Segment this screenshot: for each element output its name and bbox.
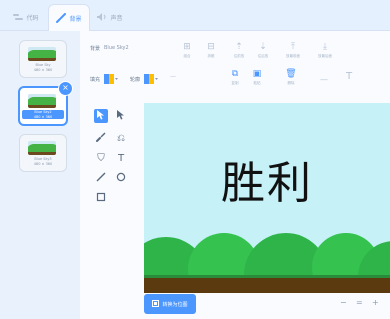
- delete-backdrop-icon[interactable]: ×: [58, 81, 73, 96]
- outline-swatch-icon: [144, 69, 158, 88]
- front-button[interactable]: ⤒ 放最前面: [282, 42, 304, 64]
- paste-icon: ▣: [252, 69, 262, 79]
- tab-sounds-label: 声音: [110, 14, 123, 22]
- circle-tool-button[interactable]: [114, 171, 128, 185]
- rectangle-tool-button[interactable]: [94, 191, 108, 205]
- forward-icon: ⇡: [235, 42, 243, 52]
- eraser-icon: ⎌: [117, 132, 125, 144]
- backdrop-thumbnail-1[interactable]: Blue Sky 480 × 360: [19, 40, 67, 78]
- group-button[interactable]: ⊞ 组合: [176, 42, 198, 64]
- paint-bucket-icon: ⛉: [97, 152, 105, 164]
- outline-color-picker[interactable]: [144, 73, 158, 84]
- delete-button[interactable]: 🗑 删除: [280, 69, 302, 91]
- fill-label: 填充: [90, 77, 101, 83]
- code-icon: [13, 13, 24, 21]
- backdrop-size: 480 × 360: [33, 114, 53, 119]
- trash-icon: 🗑: [285, 69, 297, 79]
- outline-label: 轮廓: [130, 77, 141, 83]
- eraser-tool-button[interactable]: ⎌: [114, 131, 128, 145]
- tab-sounds[interactable]: 声音: [90, 4, 130, 30]
- reshape-icon: [117, 109, 125, 123]
- copy-button[interactable]: ⧉ 复制: [224, 69, 246, 91]
- zoom-in-button[interactable]: +: [372, 298, 379, 307]
- backdrop-preview: [28, 141, 56, 155]
- tab-backdrops-label: 背景: [69, 15, 82, 23]
- backward-icon: ⇣: [259, 42, 267, 52]
- tab-backdrops[interactable]: 背景: [48, 4, 90, 31]
- zoom-out-button[interactable]: −: [340, 298, 347, 307]
- backdrop-list: Blue Sky 480 × 360 Blue Sky2 480 × 360 ×…: [0, 31, 81, 319]
- fill-swatch-icon: [104, 69, 118, 88]
- canvas-footer: 转换为位图 − = +: [144, 293, 390, 319]
- circle-icon: [116, 172, 126, 185]
- text-tool-icon: T: [346, 71, 353, 82]
- group-icon: ⊞: [183, 42, 191, 52]
- fill-tool-button[interactable]: ⛉: [94, 151, 108, 165]
- tab-code-label: 代码: [26, 14, 39, 22]
- tab-code[interactable]: 代码: [6, 4, 46, 30]
- backdrop-size: 480 × 360: [33, 161, 53, 166]
- top-tab-bar: 代码 背景 声音: [0, 0, 390, 31]
- back-button[interactable]: ⤓ 放最后面: [314, 42, 336, 64]
- backdrop-name-label: 背景: [90, 46, 101, 52]
- backdrop-thumbnail-2[interactable]: Blue Sky2 480 × 360 ×: [18, 81, 73, 126]
- cursor-icon: [97, 109, 105, 123]
- reshape-tool-button[interactable]: [114, 109, 128, 123]
- fill-color-picker[interactable]: [104, 73, 118, 84]
- line-icon: [96, 172, 106, 185]
- backdrop-name-input[interactable]: [104, 44, 160, 52]
- ungroup-button[interactable]: ⊟ 拆散: [200, 42, 222, 64]
- copy-icon: ⧉: [231, 69, 239, 79]
- line-tool-button[interactable]: [94, 171, 108, 185]
- backward-button[interactable]: ⇣ 往后放: [252, 42, 274, 64]
- backdrop-preview: [28, 47, 56, 61]
- backdrop-preview: [28, 94, 56, 108]
- brush-tool-button[interactable]: [94, 131, 108, 145]
- outline-width-stepper[interactable]: —: [170, 73, 176, 80]
- bitmap-icon: [152, 299, 160, 309]
- backdrop-size: 480 × 360: [33, 67, 53, 72]
- paste-button[interactable]: ▣ 粘贴: [246, 69, 268, 91]
- line-width-icon: —: [320, 75, 328, 84]
- backdrop-thumbnail-3[interactable]: Blue Sky3 480 × 360: [19, 134, 67, 172]
- speaker-icon: [97, 13, 107, 21]
- text-icon: T: [117, 152, 125, 164]
- canvas-text[interactable]: 胜利: [144, 147, 390, 211]
- convert-to-bitmap-button[interactable]: 转换为位图: [144, 294, 196, 314]
- drawing-canvas[interactable]: 胜利: [144, 103, 390, 293]
- front-icon: ⤒: [291, 42, 295, 52]
- rectangle-icon: [96, 192, 106, 205]
- back-icon: ⤓: [323, 42, 327, 52]
- brush-icon: [96, 131, 106, 145]
- forward-button[interactable]: ⇡ 往前放: [228, 42, 250, 64]
- select-tool-button[interactable]: [94, 109, 108, 123]
- paintbrush-icon: [56, 13, 67, 23]
- ungroup-icon: ⊟: [207, 42, 215, 52]
- text-tool-button[interactable]: T: [114, 151, 128, 165]
- zoom-reset-button[interactable]: =: [356, 298, 363, 307]
- paint-editor: 背景 ⊞组合 ⊟拆散 ⇡往前放 ⇣往后放 ⤒放最前面 ⤓放最后面 填充 轮廓 —…: [80, 31, 390, 319]
- convert-to-bitmap-label: 转换为位图: [162, 301, 188, 308]
